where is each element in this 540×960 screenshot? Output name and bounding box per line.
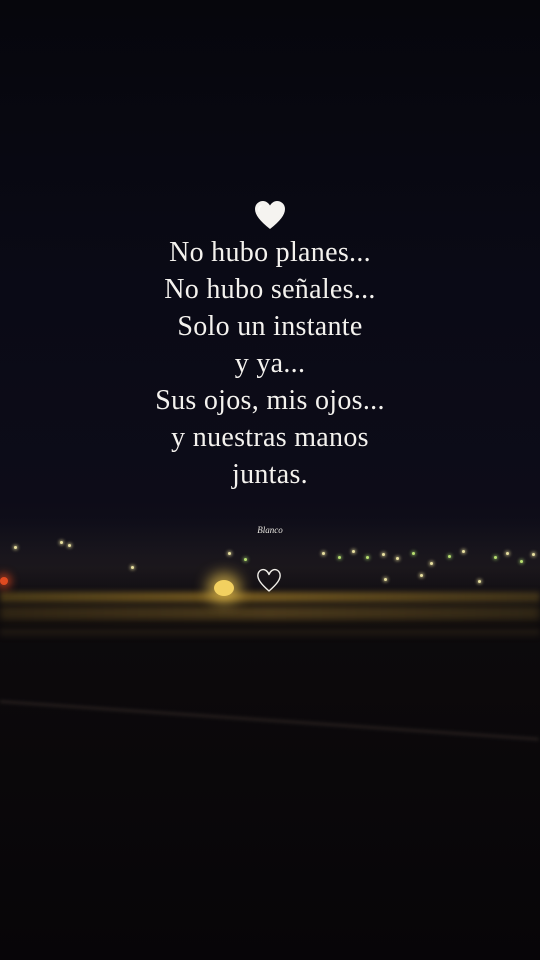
city-light bbox=[382, 553, 385, 556]
city-light bbox=[338, 556, 341, 559]
city-light bbox=[131, 566, 134, 569]
poem-line: No hubo señales... bbox=[164, 274, 376, 305]
city-light bbox=[448, 555, 451, 558]
city-light bbox=[462, 550, 465, 553]
city-light bbox=[420, 574, 423, 577]
poem-line: No hubo planes... bbox=[169, 237, 371, 268]
signature: Blanco bbox=[257, 525, 283, 535]
poem-block: No hubo planes... No hubo señales... Sol… bbox=[0, 200, 540, 493]
city-light bbox=[60, 541, 63, 544]
city-light bbox=[506, 552, 509, 555]
city-light bbox=[478, 580, 481, 583]
poem-line: y nuestras manos bbox=[171, 422, 369, 453]
road-reflection bbox=[0, 628, 540, 636]
city-light bbox=[384, 578, 387, 581]
city-light bbox=[494, 556, 497, 559]
road-line bbox=[0, 700, 539, 741]
poem-lines: No hubo planes... No hubo señales... Sol… bbox=[0, 234, 540, 493]
city-light bbox=[366, 556, 369, 559]
city-light bbox=[430, 562, 433, 565]
city-light bbox=[412, 552, 415, 555]
city-light bbox=[322, 552, 325, 555]
outline-heart-icon bbox=[257, 568, 281, 592]
city-light bbox=[396, 557, 399, 560]
city-light bbox=[68, 544, 71, 547]
night-road-background: No hubo planes... No hubo señales... Sol… bbox=[0, 0, 540, 960]
poem-line: Solo un instante bbox=[177, 311, 363, 342]
city-light bbox=[244, 558, 247, 561]
headlight-streak bbox=[0, 606, 540, 620]
city-light bbox=[228, 552, 231, 555]
poem-line: Sus ojos, mis ojos... bbox=[155, 385, 385, 416]
city-light bbox=[520, 560, 523, 563]
white-heart-icon bbox=[255, 201, 285, 229]
city-light bbox=[352, 550, 355, 553]
city-light bbox=[532, 553, 535, 556]
city-light bbox=[14, 546, 17, 549]
poem-line: y ya... bbox=[234, 348, 306, 379]
street-light bbox=[214, 580, 234, 596]
tail-light bbox=[0, 577, 8, 585]
poem-line: juntas. bbox=[232, 459, 308, 490]
